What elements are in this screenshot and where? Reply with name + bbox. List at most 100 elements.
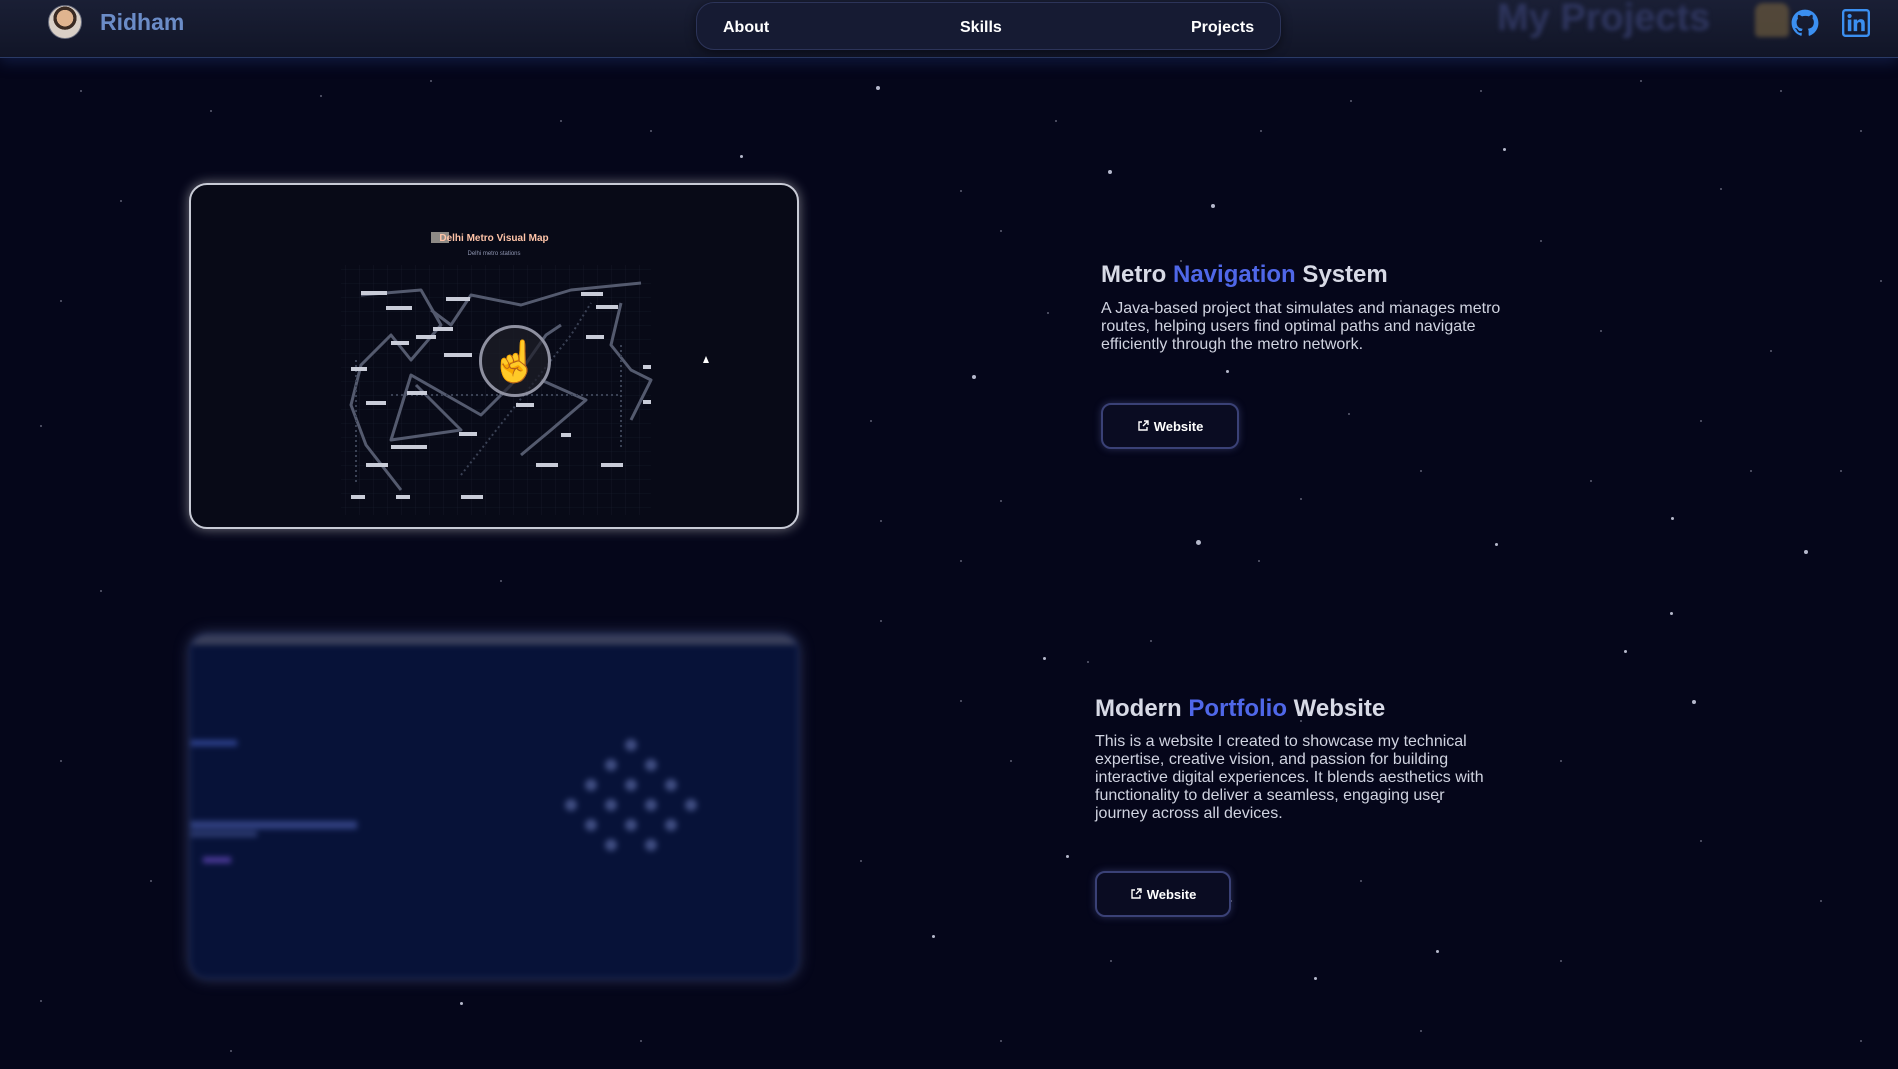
star (650, 130, 652, 132)
star (40, 425, 42, 427)
project-title-portfolio: Modern Portfolio Website (1095, 695, 1386, 722)
star (1503, 148, 1506, 151)
star (1560, 760, 1562, 762)
star (1150, 640, 1152, 642)
star (230, 1050, 232, 1052)
nav-projects[interactable]: Projects (1191, 19, 1254, 37)
linkedin-icon[interactable] (1842, 9, 1870, 37)
brand[interactable]: Ridham (48, 5, 184, 39)
laptop-emoji-icon (1755, 3, 1789, 37)
star (1226, 370, 1229, 373)
star (1750, 470, 1752, 472)
top-navbar: Ridham My Projects About Skills Projects (0, 0, 1898, 58)
star (870, 420, 872, 422)
star (560, 120, 562, 122)
star (1700, 840, 1702, 842)
nav-about[interactable]: About (723, 19, 769, 37)
star (1560, 960, 1562, 962)
star (1540, 240, 1542, 242)
project-title-metro: Metro Navigation System (1101, 261, 1388, 288)
github-icon[interactable] (1791, 9, 1819, 37)
star (960, 190, 962, 192)
star (960, 700, 962, 702)
star (1066, 855, 1069, 858)
star (430, 80, 432, 82)
star (210, 110, 212, 112)
star (1860, 130, 1862, 132)
star (1420, 1030, 1422, 1032)
ghost-section-title: My Projects (1497, 0, 1711, 39)
project-preview-portfolio[interactable] (189, 633, 799, 979)
portfolio-preview-graphic (191, 739, 697, 863)
star (1600, 330, 1602, 332)
star (1436, 950, 1439, 953)
star (1700, 420, 1702, 422)
star (80, 90, 82, 92)
pointing-hand-icon: ☝ (479, 325, 551, 397)
star (1480, 90, 1482, 92)
star (1820, 900, 1822, 902)
star (60, 300, 62, 302)
star (1860, 1040, 1862, 1042)
brand-name: Ridham (100, 8, 185, 35)
star (1360, 880, 1362, 882)
star (1495, 543, 1498, 546)
star (1720, 188, 1722, 190)
star (1840, 470, 1842, 472)
star (460, 1002, 463, 1005)
star (1624, 650, 1627, 653)
star (1260, 130, 1262, 132)
preview-map-title: Delhi Metro Visual Map (439, 233, 549, 244)
star (40, 1000, 42, 1002)
website-button-label: Website (1146, 886, 1197, 902)
star (1211, 204, 1215, 208)
star (972, 375, 976, 379)
website-button-label: Website (1153, 418, 1204, 434)
star (1010, 760, 1012, 762)
star (1000, 500, 1002, 502)
star (1670, 612, 1673, 615)
external-link-icon (1137, 420, 1149, 431)
star (1300, 498, 1302, 500)
star (1350, 100, 1352, 102)
star (1196, 540, 1201, 545)
star (1590, 480, 1592, 482)
star (320, 95, 322, 97)
project-description-metro: A Java-based project that simulates and … (1101, 300, 1501, 353)
star (880, 520, 882, 522)
star (860, 860, 862, 862)
preview-map-subtitle: Delhi metro stations (467, 251, 521, 257)
star (1087, 661, 1089, 663)
star (960, 560, 962, 562)
star (1671, 517, 1674, 520)
star (932, 935, 935, 938)
avatar (48, 5, 82, 39)
star (150, 880, 152, 882)
star (1640, 80, 1642, 82)
star (1110, 960, 1112, 962)
star (740, 155, 743, 158)
star (1314, 977, 1317, 980)
website-button-portfolio[interactable]: Website (1095, 871, 1231, 917)
website-button-metro[interactable]: Website (1101, 403, 1239, 449)
star (640, 1040, 642, 1042)
star (876, 86, 880, 90)
star (1043, 657, 1046, 660)
star (1420, 470, 1422, 472)
star (120, 200, 122, 202)
star (1804, 550, 1808, 554)
star (1348, 413, 1350, 415)
nav-pill: My Projects About Skills Projects (696, 0, 1789, 50)
star (1000, 230, 1002, 232)
project-description-portfolio: This is a website I created to showcase … (1095, 733, 1484, 822)
star (1692, 700, 1696, 704)
external-link-icon (1130, 888, 1142, 899)
star (1047, 312, 1049, 314)
star (1108, 170, 1112, 174)
star (1780, 90, 1782, 92)
mouse-cursor-icon (703, 356, 709, 363)
star (500, 580, 502, 582)
nav-skills[interactable]: Skills (960, 19, 1002, 37)
star (60, 760, 62, 762)
star (880, 620, 882, 622)
